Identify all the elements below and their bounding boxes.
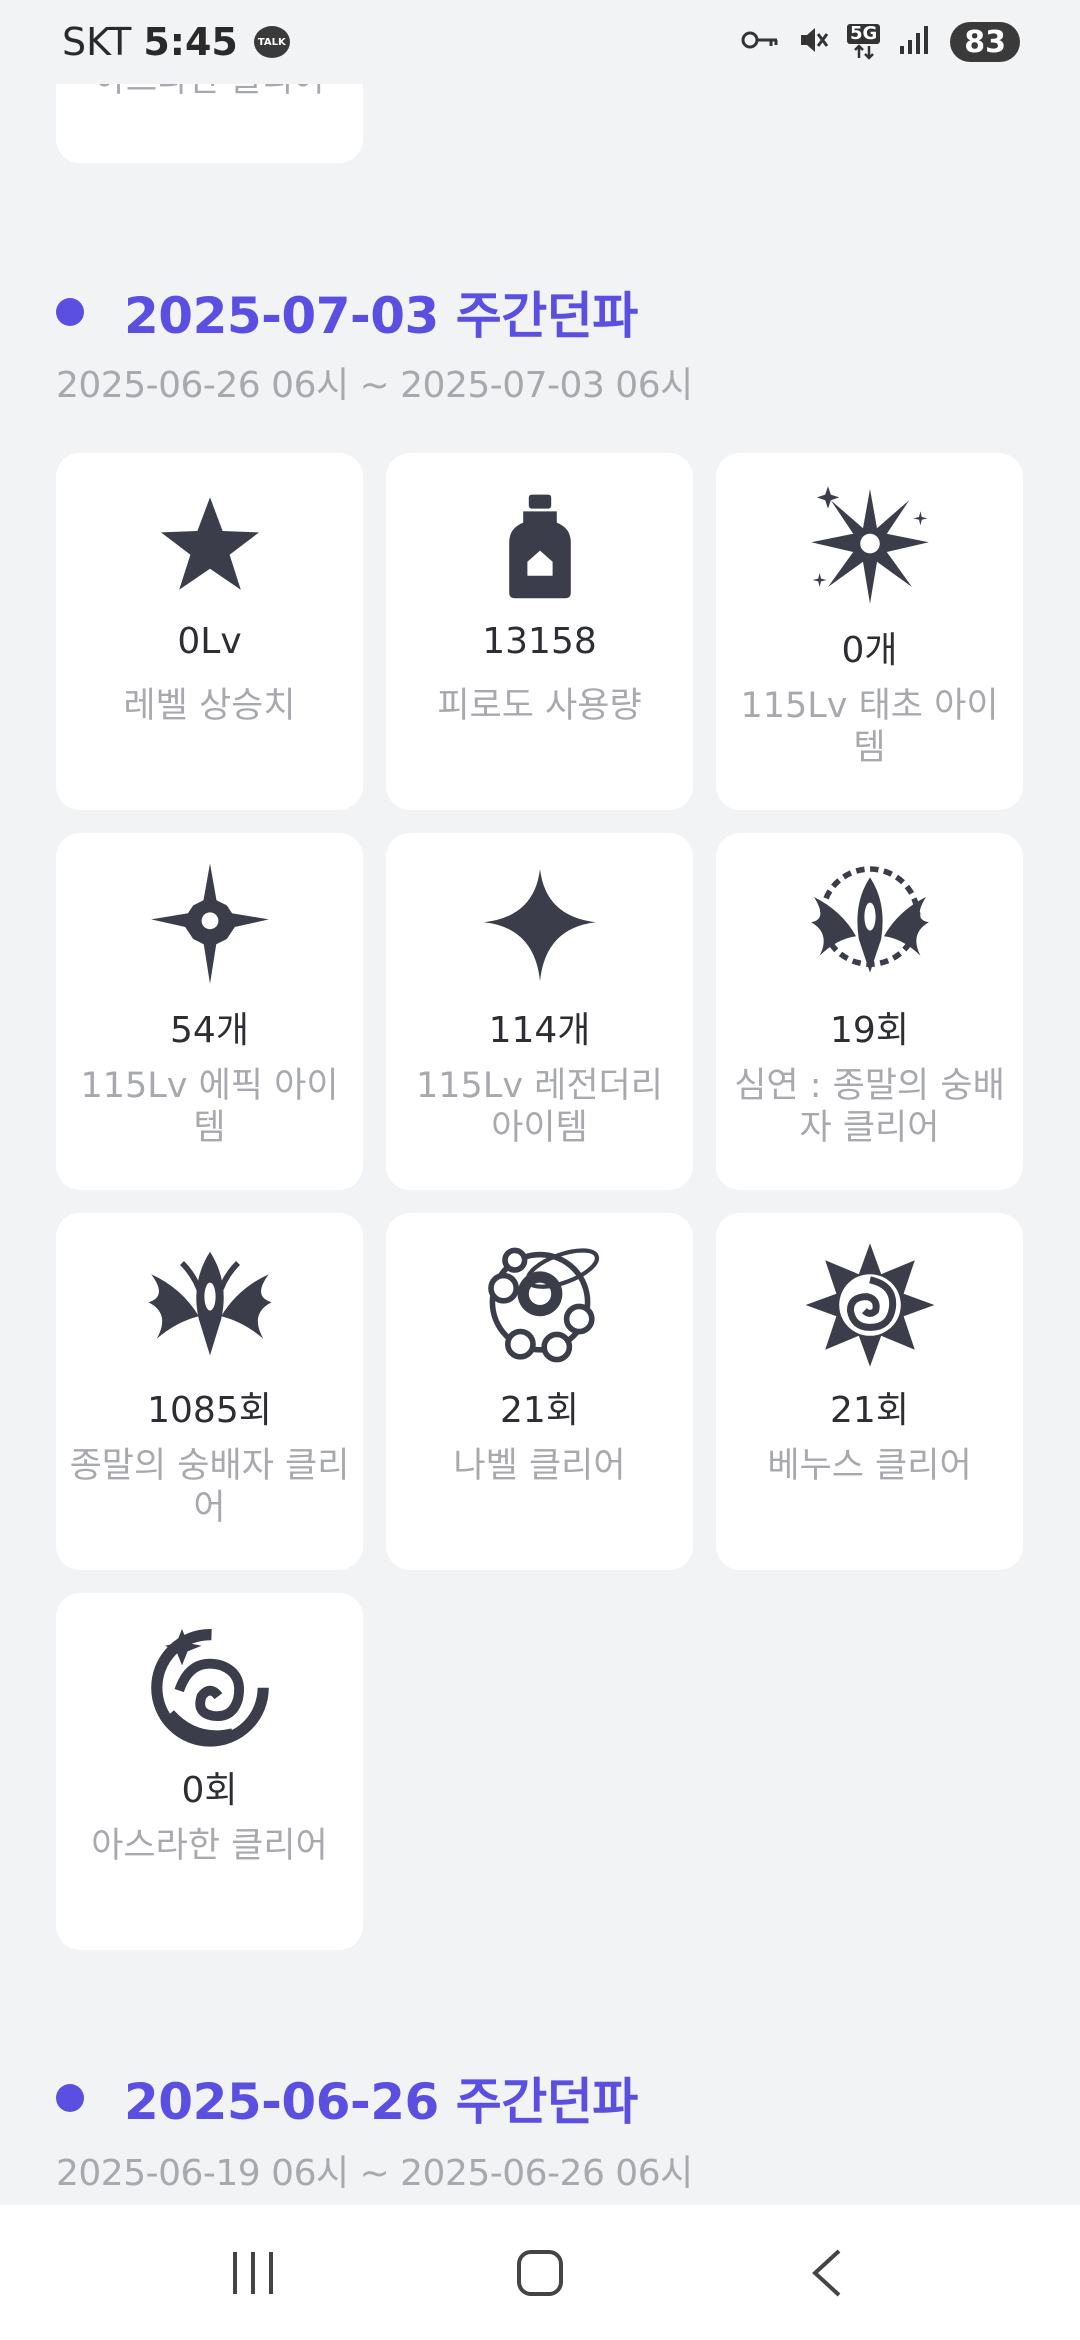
stat-value: 1085회	[147, 1390, 272, 1431]
stat-label: 심연 : 종말의 숭배자 클리어	[734, 1066, 1005, 1148]
5g-network-icon: 5G	[846, 24, 881, 60]
asrahan-emblem-icon	[140, 1615, 280, 1755]
stat-label: 115Lv 레전더리 아이템	[416, 1066, 663, 1148]
system-navigation-bar	[0, 2205, 1080, 2340]
carrier-label: SKT	[62, 20, 132, 64]
bullet-dot-icon	[56, 2084, 84, 2112]
stat-card-abyss-worshipper: 19회 심연 : 종말의 숭배자 클리어	[716, 833, 1023, 1190]
section-date-range: 2025-06-19 06시 ~ 2025-06-26 06시	[56, 2153, 693, 2194]
stat-value: 54개	[170, 1010, 249, 1051]
stat-card-asrahan: 0회 아스라한 클리어	[56, 1593, 363, 1950]
primeval-burst-icon	[800, 475, 940, 615]
stat-value: 13158	[482, 621, 597, 662]
recent-apps-button[interactable]	[213, 2233, 293, 2313]
stat-label: 115Lv 에픽 아이템	[80, 1066, 339, 1148]
stat-value: 114개	[488, 1010, 591, 1051]
venus-rose-emblem-icon	[800, 1235, 940, 1375]
stat-label: 피로도 사용량	[437, 686, 642, 726]
nabel-emblem-icon	[470, 1235, 610, 1375]
scroll-content[interactable]: 아스라한 클리어 2025-07-03 주간던파 2025-06-26 06시 …	[0, 0, 1080, 2205]
home-button[interactable]	[500, 2233, 580, 2313]
abyss-worshipper-emblem-icon	[800, 855, 940, 995]
stat-label: 종말의 숭배자 클리어	[69, 1446, 350, 1528]
stat-card-venus: 21회 베누스 클리어	[716, 1213, 1023, 1570]
section-title: 2025-06-26 주간던파	[124, 2073, 638, 2131]
stat-card-nabel: 21회 나벨 클리어	[386, 1213, 693, 1570]
stat-label: 아스라한 클리어	[91, 1826, 328, 1866]
section-header-0626: 2025-06-26 주간던파	[56, 2062, 638, 2134]
stat-value: 21회	[500, 1390, 579, 1431]
stats-grid: 0Lv 레벨 상승치 13158 피로도 사용량 0개 115Lv 태초 아이템…	[56, 453, 1023, 1950]
stat-value: 0회	[181, 1770, 238, 1811]
signal-strength-icon	[898, 24, 932, 60]
stat-label: 베누스 클리어	[767, 1446, 972, 1486]
stat-value: 0개	[841, 630, 898, 671]
stat-card-primeval: 0개 115Lv 태초 아이템	[716, 453, 1023, 810]
kakaotalk-notification-icon: TALK	[253, 26, 290, 58]
stat-card-worshipper: 1085회 종말의 숭배자 클리어	[56, 1213, 363, 1570]
epic-star-icon	[140, 855, 280, 995]
stat-card-epic: 54개 115Lv 에픽 아이템	[56, 833, 363, 1190]
section-header-0703: 2025-07-03 주간던파	[56, 276, 638, 348]
stat-label: 레벨 상승치	[123, 686, 296, 726]
vpn-key-icon	[741, 28, 779, 56]
stat-card-fatigue: 13158 피로도 사용량	[386, 453, 693, 810]
potion-bottle-icon	[470, 475, 610, 615]
back-button[interactable]	[787, 2233, 867, 2313]
section-date-range: 2025-06-26 06시 ~ 2025-07-03 06시	[56, 365, 693, 406]
stat-value: 0Lv	[177, 621, 242, 662]
star-icon	[140, 475, 280, 615]
stat-card-level: 0Lv 레벨 상승치	[56, 453, 363, 810]
clock: 5:45	[143, 20, 238, 64]
section-title: 2025-07-03 주간던파	[124, 287, 638, 345]
bullet-dot-icon	[56, 298, 84, 326]
battery-indicator: 83	[950, 22, 1020, 62]
status-bar: SKT 5:45 TALK 5G 83	[0, 0, 1080, 84]
stat-label: 나벨 클리어	[453, 1446, 626, 1486]
worshipper-emblem-icon	[140, 1235, 280, 1375]
stat-label: 115Lv 태초 아이템	[740, 686, 999, 768]
mute-icon	[797, 24, 829, 60]
stat-value: 21회	[830, 1390, 909, 1431]
stat-value: 19회	[830, 1010, 909, 1051]
legendary-sparkle-icon	[470, 855, 610, 995]
stat-card-legendary: 114개 115Lv 레전더리 아이템	[386, 833, 693, 1190]
